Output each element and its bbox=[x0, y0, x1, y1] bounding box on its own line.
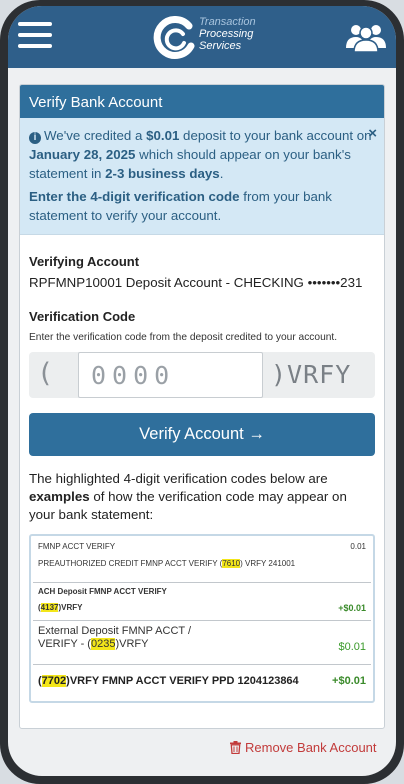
card-title: Verify Bank Account bbox=[20, 85, 384, 118]
logo-line-1: Transaction bbox=[199, 16, 256, 28]
alert-instruction-bold: Enter the 4-digit verification code bbox=[29, 189, 240, 204]
example-statement: ACH Deposit FMNP ACCT VERIFY (4137)VRFY … bbox=[33, 583, 371, 621]
alert-text: . bbox=[219, 166, 224, 181]
phone-frame: Transaction Processing Services Verify B… bbox=[0, 0, 404, 784]
example-text: )VRFY bbox=[58, 603, 83, 612]
alert-amount: $0.01 bbox=[146, 128, 180, 143]
example-desc: External Deposit FMNP ACCT / bbox=[38, 625, 192, 637]
logo-text: Transaction Processing Services bbox=[199, 16, 256, 52]
screen: Transaction Processing Services Verify B… bbox=[8, 6, 396, 776]
close-icon[interactable]: × bbox=[368, 124, 377, 143]
example-desc: ACH Deposit FMNP ACCT VERIFY bbox=[38, 587, 167, 596]
example-statement: FMNP ACCT VERIFY 0.01 PREAUTHORIZED CRED… bbox=[33, 538, 371, 583]
example-text: PREAUTHORIZED CREDIT FMNP ACCT VERIFY ( bbox=[38, 559, 223, 568]
example-amount: +$0.01 bbox=[332, 675, 366, 687]
verifying-account-label: Verifying Account bbox=[29, 254, 140, 269]
example-text: )VRFY FMNP ACCT VERIFY PPD 1204123864 bbox=[66, 675, 299, 687]
example-text: VERIFY - ( bbox=[38, 638, 91, 650]
highlighted-code: 0235 bbox=[90, 638, 116, 650]
highlighted-code: 4137 bbox=[40, 603, 59, 612]
app-header: Transaction Processing Services bbox=[8, 6, 396, 68]
example-line: (4137)VRFY bbox=[38, 603, 366, 612]
example-line: VERIFY - (0235)VRFY bbox=[38, 638, 366, 651]
alert-date: January 28, 2025 bbox=[29, 147, 136, 162]
code-suffix: )VRFY bbox=[271, 360, 352, 389]
example-statements: FMNP ACCT VERIFY 0.01 PREAUTHORIZED CRED… bbox=[29, 534, 375, 703]
example-amount: +$0.01 bbox=[338, 603, 366, 613]
verify-account-button[interactable]: Verify Account → bbox=[29, 413, 375, 456]
hamburger-menu-icon[interactable] bbox=[18, 22, 52, 50]
highlighted-code: 7702 bbox=[41, 675, 67, 687]
example-row: FMNP ACCT VERIFY 0.01 bbox=[38, 542, 366, 551]
verification-code-help: Enter the verification code from the dep… bbox=[29, 332, 338, 343]
alert-text: We've credited a bbox=[44, 128, 147, 143]
verification-code-group: ( )VRFY bbox=[29, 352, 375, 398]
alert-text: deposit to your bank account on bbox=[179, 128, 372, 143]
highlighted-code: 7610 bbox=[222, 559, 241, 568]
alert-instruction: Enter the 4-digit verification code from… bbox=[29, 187, 375, 225]
example-text: )VRFY bbox=[115, 638, 149, 650]
brand-logo[interactable]: Transaction Processing Services bbox=[153, 12, 273, 62]
example-statement: External Deposit FMNP ACCT / VERIFY - (0… bbox=[33, 621, 371, 665]
remove-link-text: Remove Bank Account bbox=[245, 740, 377, 755]
example-amount: $0.01 bbox=[338, 641, 366, 653]
example-text: ) VRFY 241001 bbox=[240, 559, 296, 568]
verifying-account-value: RPFMNP10001 Deposit Account - CHECKING •… bbox=[29, 275, 363, 290]
verification-code-label: Verification Code bbox=[29, 309, 136, 324]
people-icon[interactable] bbox=[344, 22, 388, 52]
logo-line-2: Processing bbox=[199, 28, 254, 40]
example-line: PREAUTHORIZED CREDIT FMNP ACCT VERIFY (7… bbox=[38, 559, 366, 568]
alert-days: 2-3 business days bbox=[105, 166, 220, 181]
verify-bank-card: Verify Bank Account × i We've credited a … bbox=[19, 84, 385, 729]
remove-bank-account-link[interactable]: Remove Bank Account bbox=[230, 740, 377, 755]
trash-icon bbox=[230, 741, 241, 754]
example-amount: 0.01 bbox=[350, 542, 366, 551]
card-body: Verifying Account RPFMNP10001 Deposit Ac… bbox=[20, 254, 384, 703]
logo-line-3: Services bbox=[199, 40, 242, 52]
examples-intro-bold: examples bbox=[29, 489, 90, 504]
info-icon: i bbox=[29, 132, 41, 144]
alert-message: i We've credited a $0.01 deposit to your … bbox=[29, 126, 375, 183]
examples-intro-text: The highlighted 4-digit verification cod… bbox=[29, 471, 328, 486]
tps-logo-icon bbox=[153, 16, 195, 59]
info-alert: × i We've credited a $0.01 deposit to you… bbox=[20, 118, 384, 235]
code-prefix: ( bbox=[37, 358, 54, 389]
example-desc: FMNP ACCT VERIFY bbox=[38, 542, 116, 551]
examples-intro: The highlighted 4-digit verification cod… bbox=[29, 470, 375, 524]
verification-code-input[interactable] bbox=[78, 352, 263, 398]
example-statement: (7702)VRFY FMNP ACCT VERIFY PPD 12041238… bbox=[33, 665, 371, 699]
